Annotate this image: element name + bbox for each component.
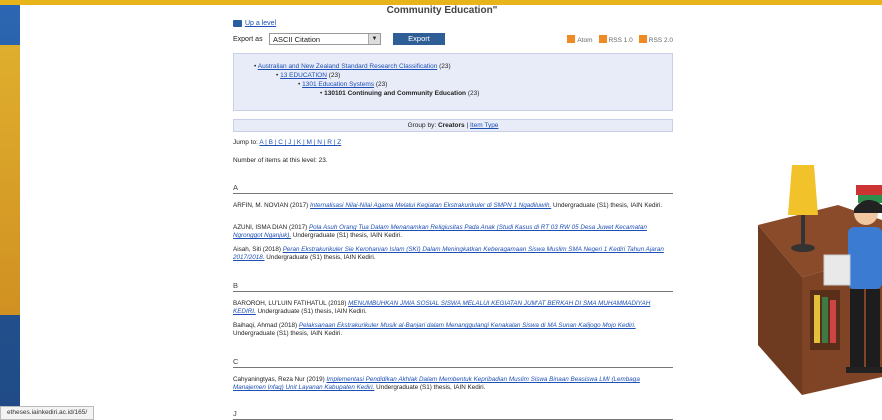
list-item: AZUNI, ISMA DIAN (2017) Pola Asuh Orang … — [233, 224, 647, 239]
group-by-bar: Group by: Creators | Item Type — [233, 119, 673, 132]
atom-feed-link[interactable]: Atom — [567, 35, 593, 44]
rss1-feed-link[interactable]: RSS 1.0 — [598, 35, 633, 44]
jump-letters[interactable]: A | B | C | J | K | M | N | R | Z — [259, 139, 341, 146]
list-item: Cahyaningtyas, Reza Nur (2019) Implement… — [233, 376, 640, 391]
list-item: Baihaqi, Ahmad (2018) Pelaksanaan Ekstra… — [233, 322, 636, 337]
section-heading: C — [233, 357, 673, 368]
feed-links: Atom RSS 1.0 RSS 2.0 — [567, 35, 673, 44]
group-by-item-type[interactable]: Item Type — [470, 122, 498, 129]
subject-current: 130101 Continuing and Community Educatio… — [324, 90, 467, 97]
up-arrow-icon — [233, 20, 242, 27]
item-link[interactable]: Internalisasi Nilai-Nilai Agama Melalui … — [310, 202, 551, 209]
rss2-feed-link[interactable]: RSS 2.0 — [638, 35, 673, 44]
study-illustration — [758, 165, 882, 395]
subject-level-3: • 1301 Education Systems (23) — [298, 81, 388, 88]
list-item: ARFIN, M. NOVIAN (2017) Internalisasi Ni… — [233, 202, 663, 209]
list-item: Aisah, Siti (2018) Peran Ekstrakurikuler… — [233, 246, 664, 261]
page-title: Community Education" — [386, 5, 498, 16]
subject-level-1: • Australian and New Zealand Standard Re… — [254, 63, 451, 70]
export-label: Export as — [233, 36, 263, 43]
subject-tree: • Australian and New Zealand Standard Re… — [233, 53, 673, 111]
up-level-label[interactable]: Up a level — [245, 20, 276, 27]
section-heading: J — [233, 409, 673, 420]
subject-level-4: • 130101 Continuing and Community Educat… — [320, 90, 480, 97]
group-by-creators: Creators — [437, 122, 465, 129]
export-bar: Export as ASCII Citation ▼ Export Atom R… — [233, 33, 673, 47]
jump-to-nav: Jump to: A | B | C | J | K | M | N | R |… — [233, 139, 342, 146]
books — [856, 185, 882, 195]
lamp-shade — [788, 165, 818, 215]
list-item: BAROROH, LU'LUIN FATIHATUL (2018) MENUMB… — [233, 300, 651, 315]
chevron-down-icon[interactable]: ▼ — [368, 34, 380, 44]
person-body — [848, 227, 882, 289]
open-book — [823, 254, 851, 286]
left-background — [0, 5, 20, 420]
subject-link-education[interactable]: 13 EDUCATION — [280, 72, 327, 79]
up-level-link[interactable]: Up a level — [233, 20, 276, 27]
webpage: Community Education" Up a level Export a… — [20, 5, 688, 420]
subject-link-education-systems[interactable]: 1301 Education Systems — [302, 81, 374, 88]
rss-icon — [598, 35, 607, 43]
section-heading: B — [233, 281, 673, 292]
item-link[interactable]: Pelaksanaan Ekstrakurikuler Musik al-Ban… — [299, 322, 636, 329]
item-count: Number of items at this level: 23. — [233, 157, 328, 164]
export-button[interactable]: Export — [393, 33, 445, 45]
section-heading: A — [233, 183, 673, 194]
subject-level-2: • 13 EDUCATION (23) — [276, 72, 341, 79]
illustration-panel — [688, 5, 882, 420]
decorative-stripe — [0, 45, 20, 315]
subject-link-anzsrc[interactable]: Australian and New Zealand Standard Rese… — [258, 63, 438, 70]
rss-icon — [638, 35, 647, 43]
export-format-select[interactable]: ASCII Citation ▼ — [269, 33, 381, 45]
status-bar-url: etheses.iainkediri.ac.id/165/ — [0, 406, 95, 420]
rss-icon — [567, 35, 576, 43]
export-format-value: ASCII Citation — [273, 35, 321, 44]
